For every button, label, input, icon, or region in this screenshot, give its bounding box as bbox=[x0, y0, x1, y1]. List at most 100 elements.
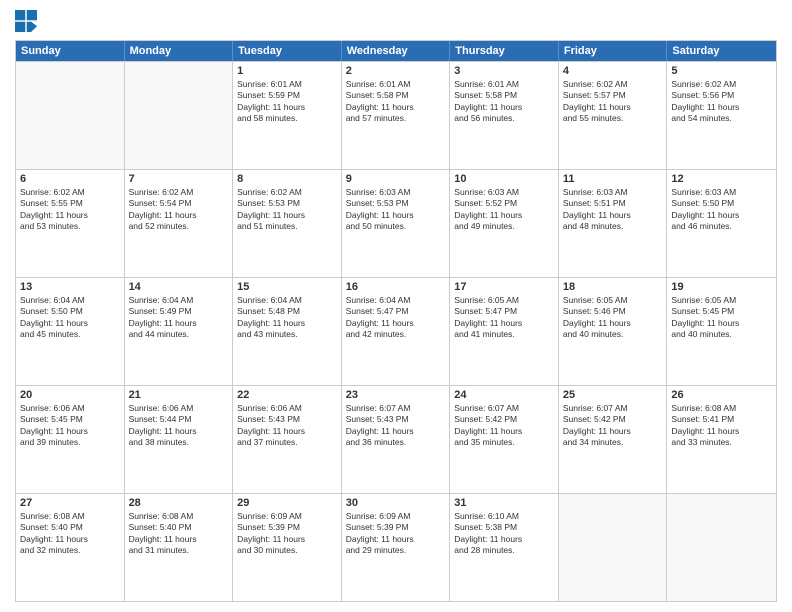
calendar-cell: 2 Sunrise: 6:01 AMSunset: 5:58 PMDaylight… bbox=[342, 62, 451, 169]
calendar-cell: 30Sunrise: 6:09 AMSunset: 5:39 PMDayligh… bbox=[342, 494, 451, 601]
day-info: Sunrise: 6:03 AMSunset: 5:53 PMDaylight:… bbox=[346, 187, 446, 233]
day-number: 10 bbox=[454, 173, 554, 185]
calendar-cell: 19Sunrise: 6:05 AMSunset: 5:45 PMDayligh… bbox=[667, 278, 776, 385]
weekday-header: Friday bbox=[559, 41, 668, 61]
weekday-header: Monday bbox=[125, 41, 234, 61]
day-info: Sunrise: 6:02 AMSunset: 5:56 PMDaylight:… bbox=[671, 79, 772, 125]
calendar-cell: 9 Sunrise: 6:03 AMSunset: 5:53 PMDaylight… bbox=[342, 170, 451, 277]
day-number: 6 bbox=[20, 173, 120, 185]
day-number: 12 bbox=[671, 173, 772, 185]
day-number: 28 bbox=[129, 497, 229, 509]
calendar-cell: 22 Sunrise: 6:06 AMSunset: 5:43 PMDayligh… bbox=[233, 386, 342, 493]
day-number: 30 bbox=[346, 497, 446, 509]
day-info: Sunrise: 6:03 AMSunset: 5:51 PMDaylight:… bbox=[563, 187, 663, 233]
day-number: 2 bbox=[346, 65, 446, 77]
day-number: 15 bbox=[237, 281, 337, 293]
calendar-row: 1Sunrise: 6:01 AMSunset: 5:59 PMDaylight… bbox=[16, 61, 776, 169]
calendar-cell: 1Sunrise: 6:01 AMSunset: 5:59 PMDaylight… bbox=[233, 62, 342, 169]
day-number: 20 bbox=[20, 389, 120, 401]
day-number: 1 bbox=[237, 65, 337, 77]
day-number: 14 bbox=[129, 281, 229, 293]
day-number: 17 bbox=[454, 281, 554, 293]
day-info: Sunrise: 6:07 AMSunset: 5:42 PMDaylight:… bbox=[563, 403, 663, 449]
day-info: Sunrise: 6:03 AMSunset: 5:50 PMDaylight:… bbox=[671, 187, 772, 233]
day-info: Sunrise: 6:01 AMSunset: 5:58 PMDaylight:… bbox=[346, 79, 446, 125]
day-info: Sunrise: 6:04 AMSunset: 5:49 PMDaylight:… bbox=[129, 295, 229, 341]
page: SundayMondayTuesdayWednesdayThursdayFrid… bbox=[0, 0, 792, 612]
calendar-cell: 17 Sunrise: 6:05 AMSunset: 5:47 PMDayligh… bbox=[450, 278, 559, 385]
calendar-cell: 20 Sunrise: 6:06 AMSunset: 5:45 PMDayligh… bbox=[16, 386, 125, 493]
weekday-header: Wednesday bbox=[342, 41, 451, 61]
calendar-row: 27 Sunrise: 6:08 AMSunset: 5:40 PMDayligh… bbox=[16, 493, 776, 601]
day-info: Sunrise: 6:02 AMSunset: 5:53 PMDaylight:… bbox=[237, 187, 337, 233]
calendar-cell: 14 Sunrise: 6:04 AMSunset: 5:49 PMDayligh… bbox=[125, 278, 234, 385]
day-number: 31 bbox=[454, 497, 554, 509]
day-info: Sunrise: 6:04 AMSunset: 5:48 PMDaylight:… bbox=[237, 295, 337, 341]
day-number: 21 bbox=[129, 389, 229, 401]
calendar-cell: 18Sunrise: 6:05 AMSunset: 5:46 PMDayligh… bbox=[559, 278, 668, 385]
day-info: Sunrise: 6:05 AMSunset: 5:46 PMDaylight:… bbox=[563, 295, 663, 341]
day-info: Sunrise: 6:07 AMSunset: 5:43 PMDaylight:… bbox=[346, 403, 446, 449]
calendar-cell: 6 Sunrise: 6:02 AMSunset: 5:55 PMDaylight… bbox=[16, 170, 125, 277]
calendar-cell: 25 Sunrise: 6:07 AMSunset: 5:42 PMDayligh… bbox=[559, 386, 668, 493]
weekday-header: Tuesday bbox=[233, 41, 342, 61]
calendar-cell: 11 Sunrise: 6:03 AMSunset: 5:51 PMDayligh… bbox=[559, 170, 668, 277]
day-number: 19 bbox=[671, 281, 772, 293]
calendar-cell: 15 Sunrise: 6:04 AMSunset: 5:48 PMDayligh… bbox=[233, 278, 342, 385]
day-number: 23 bbox=[346, 389, 446, 401]
day-number: 5 bbox=[671, 65, 772, 77]
calendar-cell: 16 Sunrise: 6:04 AMSunset: 5:47 PMDayligh… bbox=[342, 278, 451, 385]
calendar-cell: 24Sunrise: 6:07 AMSunset: 5:42 PMDayligh… bbox=[450, 386, 559, 493]
calendar-cell bbox=[125, 62, 234, 169]
day-info: Sunrise: 6:06 AMSunset: 5:44 PMDaylight:… bbox=[129, 403, 229, 449]
calendar-cell: 27 Sunrise: 6:08 AMSunset: 5:40 PMDayligh… bbox=[16, 494, 125, 601]
calendar-cell: 23 Sunrise: 6:07 AMSunset: 5:43 PMDayligh… bbox=[342, 386, 451, 493]
calendar-cell: 5 Sunrise: 6:02 AMSunset: 5:56 PMDaylight… bbox=[667, 62, 776, 169]
day-info: Sunrise: 6:06 AMSunset: 5:43 PMDaylight:… bbox=[237, 403, 337, 449]
weekday-header: Thursday bbox=[450, 41, 559, 61]
day-info: Sunrise: 6:03 AMSunset: 5:52 PMDaylight:… bbox=[454, 187, 554, 233]
calendar-cell bbox=[559, 494, 668, 601]
calendar-row: 20 Sunrise: 6:06 AMSunset: 5:45 PMDayligh… bbox=[16, 385, 776, 493]
day-info: Sunrise: 6:06 AMSunset: 5:45 PMDaylight:… bbox=[20, 403, 120, 449]
day-info: Sunrise: 6:05 AMSunset: 5:47 PMDaylight:… bbox=[454, 295, 554, 341]
day-info: Sunrise: 6:10 AMSunset: 5:38 PMDaylight:… bbox=[454, 511, 554, 557]
calendar-cell bbox=[667, 494, 776, 601]
day-info: Sunrise: 6:08 AMSunset: 5:41 PMDaylight:… bbox=[671, 403, 772, 449]
day-info: Sunrise: 6:08 AMSunset: 5:40 PMDaylight:… bbox=[20, 511, 120, 557]
calendar-row: 6 Sunrise: 6:02 AMSunset: 5:55 PMDaylight… bbox=[16, 169, 776, 277]
calendar-cell: 7Sunrise: 6:02 AMSunset: 5:54 PMDaylight… bbox=[125, 170, 234, 277]
weekday-header: Saturday bbox=[667, 41, 776, 61]
day-info: Sunrise: 6:01 AMSunset: 5:58 PMDaylight:… bbox=[454, 79, 554, 125]
calendar-cell: 26 Sunrise: 6:08 AMSunset: 5:41 PMDayligh… bbox=[667, 386, 776, 493]
day-number: 24 bbox=[454, 389, 554, 401]
day-number: 16 bbox=[346, 281, 446, 293]
day-info: Sunrise: 6:02 AMSunset: 5:55 PMDaylight:… bbox=[20, 187, 120, 233]
logo bbox=[15, 10, 39, 32]
day-number: 25 bbox=[563, 389, 663, 401]
day-info: Sunrise: 6:04 AMSunset: 5:47 PMDaylight:… bbox=[346, 295, 446, 341]
calendar-cell: 10 Sunrise: 6:03 AMSunset: 5:52 PMDayligh… bbox=[450, 170, 559, 277]
day-info: Sunrise: 6:02 AMSunset: 5:54 PMDaylight:… bbox=[129, 187, 229, 233]
day-number: 29 bbox=[237, 497, 337, 509]
calendar-body: 1Sunrise: 6:01 AMSunset: 5:59 PMDaylight… bbox=[16, 61, 776, 601]
calendar: SundayMondayTuesdayWednesdayThursdayFrid… bbox=[15, 40, 777, 602]
weekday-header: Sunday bbox=[16, 41, 125, 61]
day-number: 26 bbox=[671, 389, 772, 401]
calendar-cell: 8 Sunrise: 6:02 AMSunset: 5:53 PMDaylight… bbox=[233, 170, 342, 277]
day-number: 11 bbox=[563, 173, 663, 185]
day-number: 22 bbox=[237, 389, 337, 401]
calendar-cell: 12 Sunrise: 6:03 AMSunset: 5:50 PMDayligh… bbox=[667, 170, 776, 277]
calendar-cell: 4Sunrise: 6:02 AMSunset: 5:57 PMDaylight… bbox=[559, 62, 668, 169]
day-number: 27 bbox=[20, 497, 120, 509]
day-number: 8 bbox=[237, 173, 337, 185]
day-info: Sunrise: 6:08 AMSunset: 5:40 PMDaylight:… bbox=[129, 511, 229, 557]
calendar-cell: 3Sunrise: 6:01 AMSunset: 5:58 PMDaylight… bbox=[450, 62, 559, 169]
day-number: 9 bbox=[346, 173, 446, 185]
calendar-cell: 13Sunrise: 6:04 AMSunset: 5:50 PMDayligh… bbox=[16, 278, 125, 385]
calendar-cell bbox=[16, 62, 125, 169]
day-info: Sunrise: 6:02 AMSunset: 5:57 PMDaylight:… bbox=[563, 79, 663, 125]
calendar-cell: 31 Sunrise: 6:10 AMSunset: 5:38 PMDayligh… bbox=[450, 494, 559, 601]
calendar-header: SundayMondayTuesdayWednesdayThursdayFrid… bbox=[16, 41, 776, 61]
day-number: 13 bbox=[20, 281, 120, 293]
